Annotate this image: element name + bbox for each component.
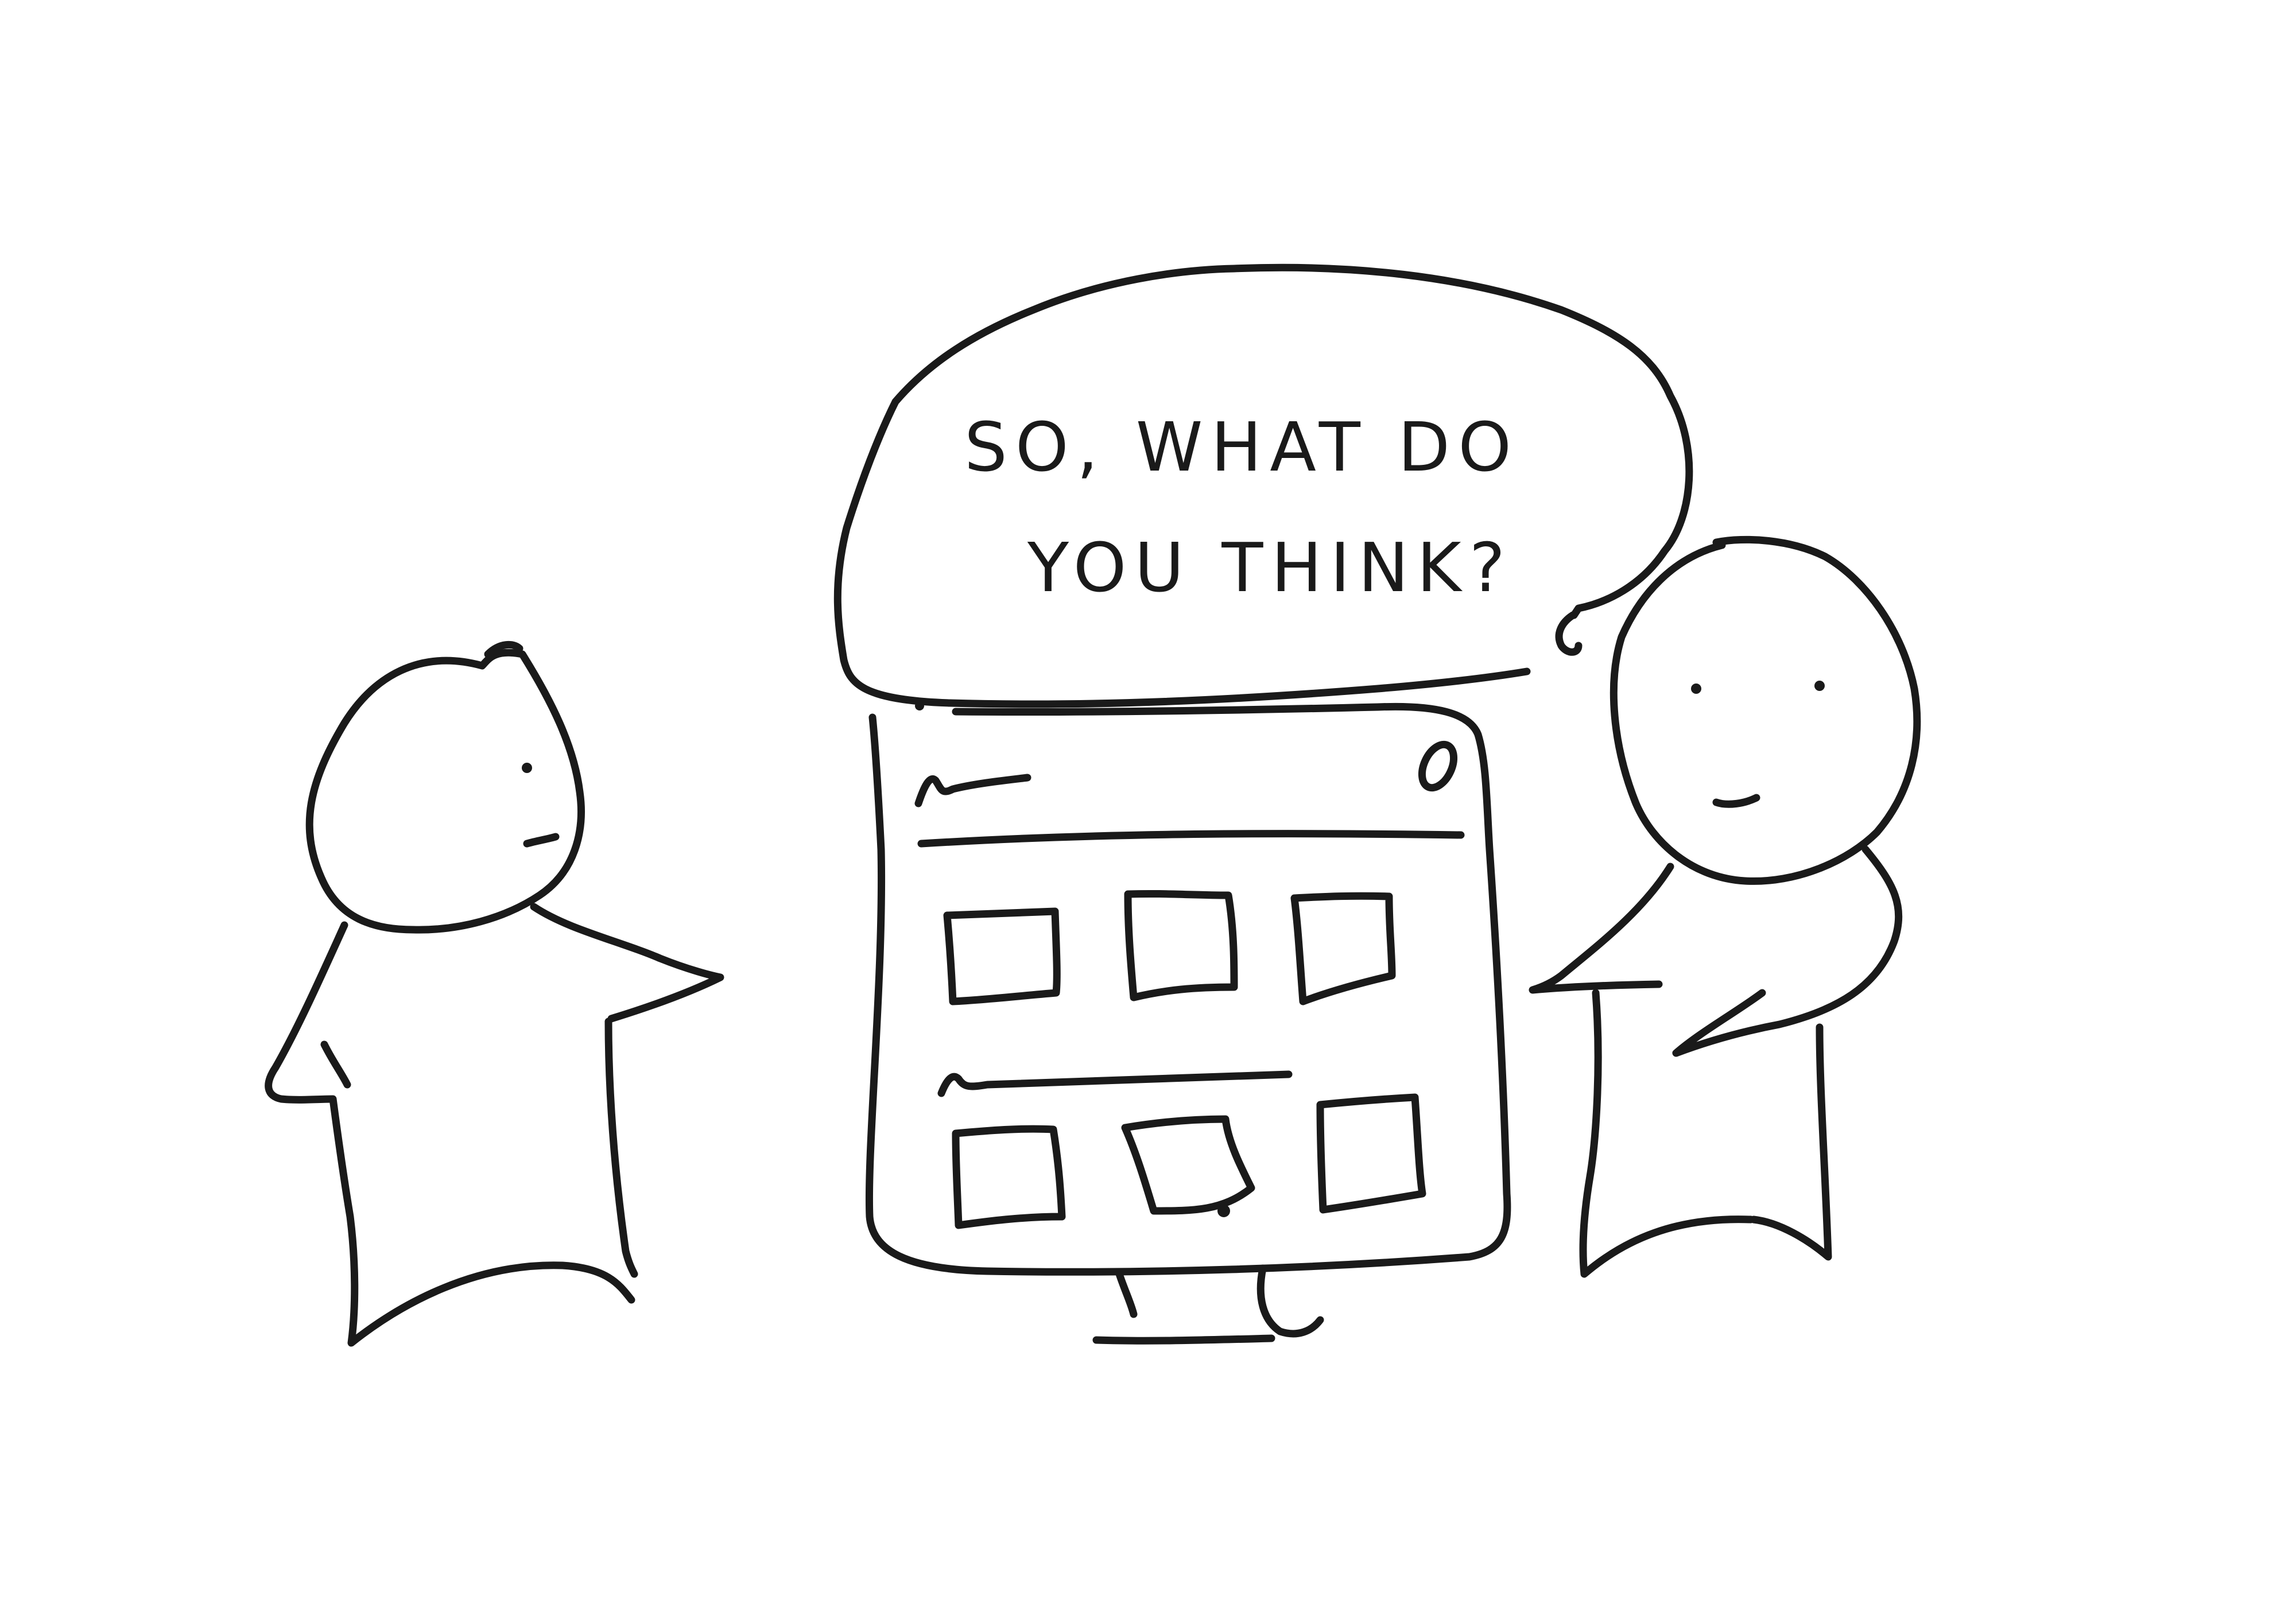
right-person-head: [1609, 535, 1921, 885]
left-person-body: [265, 921, 635, 1347]
section-heading-icon: [937, 1070, 1293, 1097]
monitor-stand-left: [1115, 1270, 1138, 1318]
right-person-mouth: [1712, 794, 1760, 808]
left-person-eye: [522, 763, 532, 773]
thumbnail-card[interactable]: [1290, 892, 1396, 1005]
right-person: [1529, 535, 1921, 1278]
thumbnail-grid-row-1: [943, 890, 1396, 1005]
right-person-eye-right: [1814, 681, 1825, 691]
monitor-frame-dot: [915, 701, 924, 710]
left-person: [265, 640, 724, 1347]
sketch-scene: SO, WHAT DO YOU THINK?: [0, 0, 2296, 1600]
speech-line-2: YOU THINK?: [1027, 528, 1513, 607]
thumbnail-card[interactable]: [1121, 1115, 1255, 1215]
left-person-side: [604, 1018, 638, 1278]
thumbnail-card[interactable]: [943, 907, 1061, 1005]
speech-bubble-tail: [1555, 611, 1583, 656]
speech-bubble: SO, WHAT DO YOU THINK?: [833, 263, 1693, 708]
speech-bubble-bottom: [946, 667, 1531, 708]
right-person-body-right: [1750, 1023, 1832, 1261]
speech-line-1: SO, WHAT DO: [964, 407, 1519, 487]
monitor-stand-base: [1092, 1334, 1275, 1345]
left-person-mouth: [523, 833, 560, 848]
thumbnail-grid-row-2: [952, 1093, 1426, 1229]
monitor: [865, 701, 1511, 1345]
monitor-stand-right: [1256, 1264, 1324, 1338]
window-close-icon[interactable]: [1415, 740, 1460, 793]
monitor-logo-icon: [914, 774, 1031, 807]
left-person-head: [305, 648, 585, 934]
thumbnail-card[interactable]: [1124, 890, 1238, 1001]
left-person-arm: [530, 903, 724, 1023]
left-person-inner-arm: [320, 1040, 351, 1089]
thumbnail-badge: [1217, 1205, 1230, 1217]
right-person-eye-left: [1691, 684, 1701, 694]
right-person-arm-left: [1529, 863, 1674, 994]
thumbnail-card[interactable]: [952, 1125, 1066, 1229]
thumbnail-card[interactable]: [1316, 1093, 1426, 1214]
title-bar-divider: [917, 830, 1465, 848]
